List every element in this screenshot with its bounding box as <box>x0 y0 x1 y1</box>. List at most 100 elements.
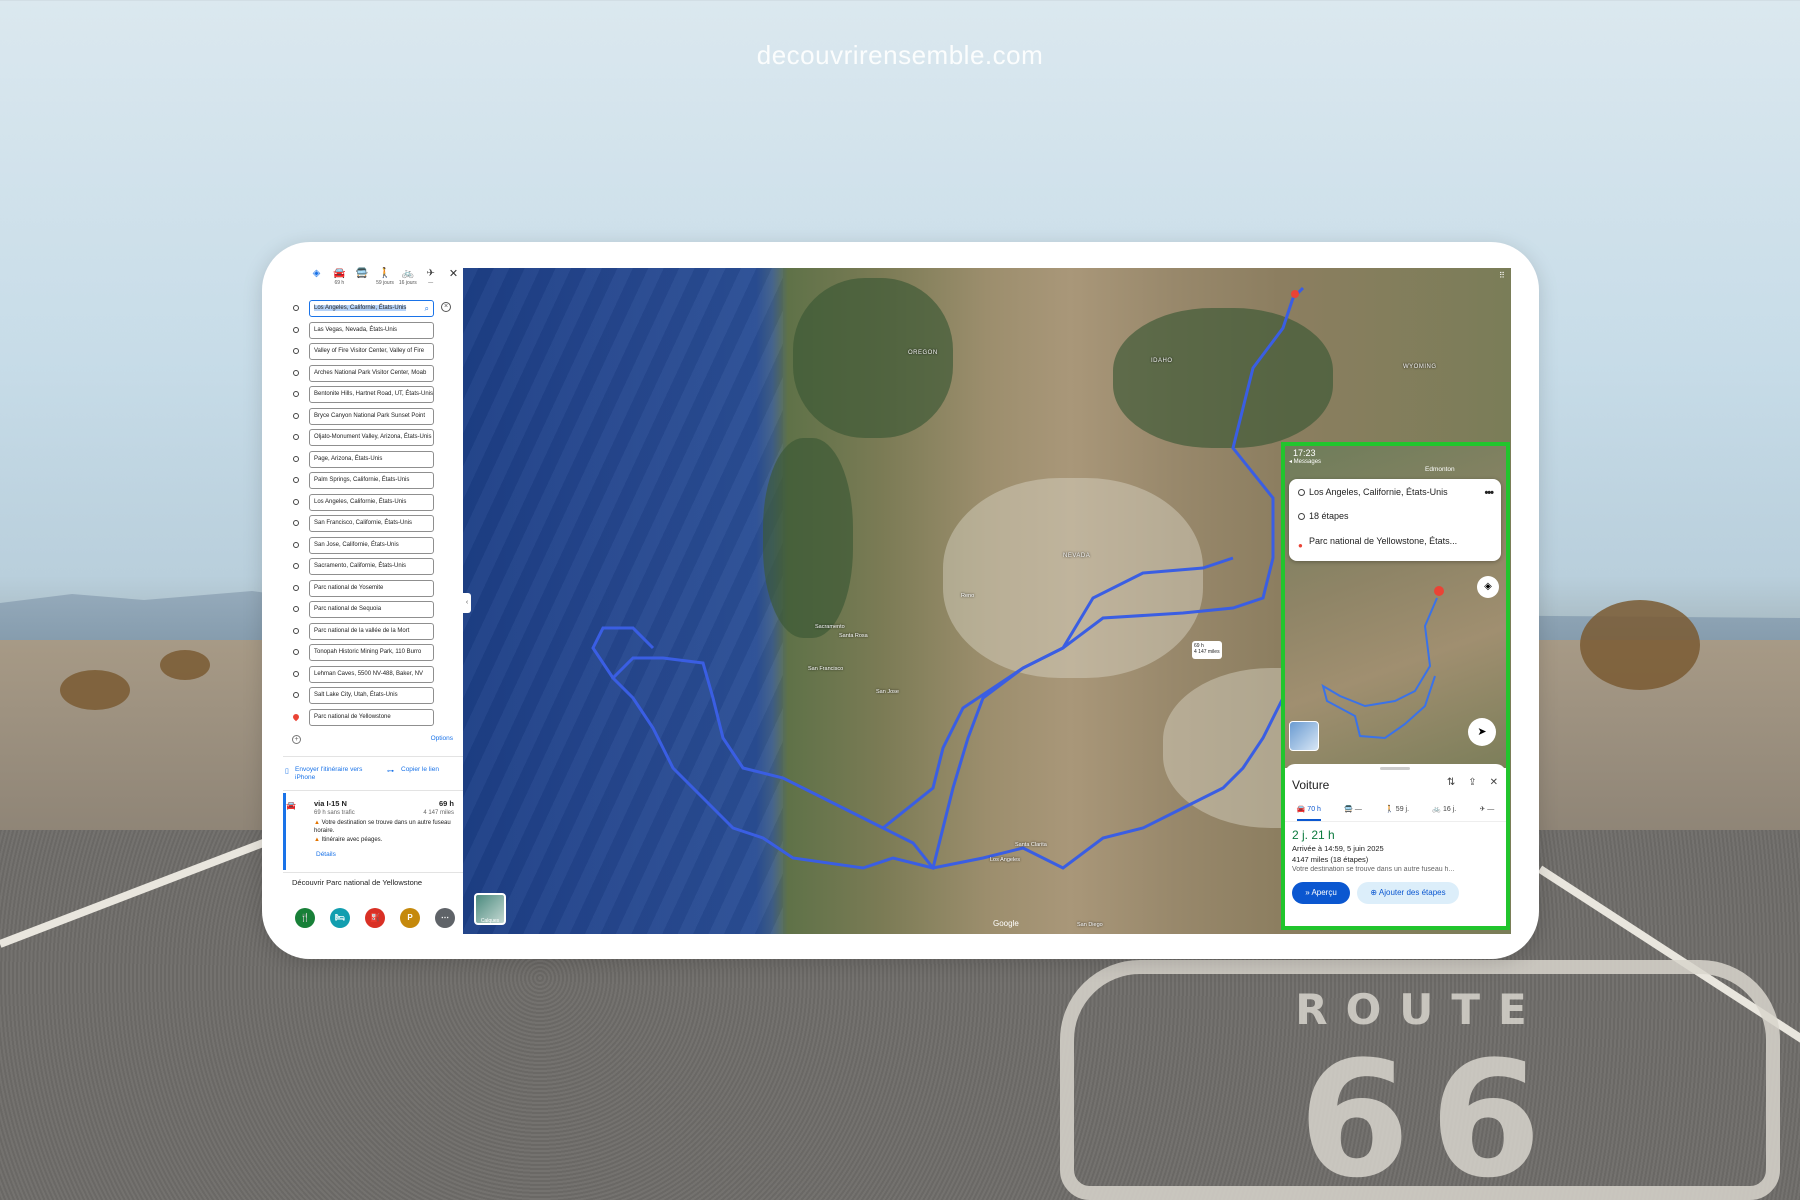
waypoint-input[interactable]: San Jose, Californie, États-Unis <box>309 536 434 554</box>
mode-bike[interactable]: 🚲 16 jours <box>398 268 417 292</box>
sheet-handle[interactable] <box>1380 767 1410 770</box>
waypoint-input[interactable]: Arches National Park Visitor Center, Moa… <box>309 364 434 382</box>
gas-button[interactable]: ⛽ <box>365 908 385 928</box>
add-stops-button[interactable]: ⊕ Ajouter des étapes <box>1357 882 1459 904</box>
waypoint-input[interactable]: Parc national de Sequoia <box>309 601 434 618</box>
route-path <box>591 626 655 679</box>
waypoint-dot-icon[interactable] <box>293 692 299 698</box>
collapse-sidebar-button[interactable]: ‹ <box>463 593 471 613</box>
phone-map[interactable]: 17:23 ◂ Messages Edmonton Los Angeles, C… <box>1285 446 1506 768</box>
waypoint-dot-icon[interactable] <box>293 412 299 419</box>
add-destination-row[interactable]: + Options <box>283 734 463 748</box>
waypoint-input[interactable]: Salt Lake City, Utah, États-Unis <box>309 687 434 704</box>
waypoint-dot-icon[interactable] <box>293 369 299 376</box>
overview-button[interactable]: » Aperçu <box>1292 882 1350 904</box>
waypoint-input[interactable]: Sacramento, Californie, États-Unis <box>309 558 434 575</box>
sheet-tab[interactable]: 🚍 — <box>1344 802 1362 821</box>
phone-locate-icon[interactable]: ➤ <box>1468 718 1496 746</box>
sheet-tab[interactable]: 🚘 70 h <box>1296 802 1321 821</box>
add-destination-icon[interactable]: + <box>292 735 301 744</box>
phone-back-messages[interactable]: ◂ Messages <box>1289 458 1321 465</box>
waypoint-input[interactable]: Las Vegas, Nevada, États-Unis <box>309 321 434 339</box>
map-label-san-francisco: San Francisco <box>808 666 844 672</box>
trip-duration: 2 j. 21 h <box>1292 828 1335 842</box>
waypoint-dot-icon[interactable] <box>293 477 299 483</box>
layers-button[interactable]: Calques <box>474 893 506 925</box>
phone-layers-icon[interactable]: ◈ <box>1477 576 1499 598</box>
sheet-tab[interactable]: ✈ — <box>1479 802 1494 821</box>
waypoint-dot-icon[interactable] <box>293 584 299 591</box>
waypoint-dot-icon[interactable] <box>293 391 299 397</box>
destination-pin-icon[interactable] <box>292 713 300 722</box>
route-path <box>882 556 1234 830</box>
map-label-idaho: IDAHO <box>1151 358 1173 364</box>
stops-dot-icon <box>1298 513 1305 520</box>
waypoint-dot-icon[interactable] <box>293 498 299 505</box>
phone-directions-card[interactable]: Los Angeles, Californie, États-Unis ••• … <box>1289 479 1501 561</box>
sheet-tab[interactable]: 🚶 59 j. <box>1385 802 1409 821</box>
waypoint-input[interactable]: Bryce Canyon National Park Sunset Point <box>309 407 434 425</box>
sheet-tab-label: — <box>1487 806 1495 813</box>
phone-origin[interactable]: Los Angeles, Californie, États-Unis <box>1309 487 1448 497</box>
map-label-san-jose: San Jose <box>876 689 899 695</box>
waypoint-dot-icon[interactable] <box>293 455 299 462</box>
mode-car[interactable]: 🚘 69 h <box>330 268 349 292</box>
phone-street-view-thumbnail[interactable] <box>1289 721 1319 751</box>
add-stops-icon: ⊕ <box>1370 888 1378 897</box>
mode-best-route[interactable]: ◈ <box>307 268 326 292</box>
category-buttons: 🍴 🛏 ⛽ P ⋯ <box>295 908 455 928</box>
waypoint-dot-icon[interactable] <box>293 563 299 569</box>
waypoint-dot-icon[interactable] <box>293 305 299 311</box>
waypoint-input[interactable]: Palm Springs, Californie, États-Unis <box>309 472 434 489</box>
copy-link[interactable]: Copier le lien <box>401 766 451 774</box>
sheet-tab-label: 16 j. <box>1442 806 1457 813</box>
more-options-icon[interactable]: ••• <box>1484 487 1494 499</box>
search-icon[interactable]: ⌕ <box>425 301 429 316</box>
waypoint-input[interactable]: San Francisco, Californie, États-Unis <box>309 515 434 532</box>
more-button[interactable]: ⋯ <box>435 908 455 928</box>
waypoint-input[interactable]: Lehman Caves, 5500 NV-488, Baker, NV <box>309 665 434 683</box>
waypoint-dot-icon[interactable] <box>293 520 299 526</box>
waypoint-text: Bentonite Hills, Hartnet Road, UT, États… <box>314 391 434 397</box>
hotels-button[interactable]: 🛏 <box>330 908 350 928</box>
waypoint-dot-icon[interactable] <box>293 627 299 634</box>
send-to-phone-link[interactable]: Envoyer l'itinéraire vers iPhone <box>295 766 373 782</box>
apps-grid-icon[interactable]: ⠿ <box>1499 271 1505 280</box>
mode-icon: 🚲 <box>1432 806 1442 813</box>
close-directions-icon[interactable]: ✕ <box>444 268 463 292</box>
waypoint-input[interactable]: Parc national de Yosemite <box>309 579 434 597</box>
mode-flight[interactable]: ✈ — <box>421 268 440 292</box>
phone-stops[interactable]: 18 étapes <box>1309 511 1349 521</box>
phone-destination[interactable]: Parc national de Yellowstone, États... <box>1309 536 1457 546</box>
remove-waypoint-icon[interactable]: × <box>441 302 451 312</box>
mode-transit[interactable]: 🚍 <box>353 268 372 292</box>
waypoint-input[interactable]: Los Angeles, Californie, États-Unis ⌕ <box>309 300 434 317</box>
restaurants-button[interactable]: 🍴 <box>295 908 315 928</box>
parking-button[interactable]: P <box>400 908 420 928</box>
close-icon[interactable]: ✕ <box>1490 777 1498 788</box>
waypoint-dot-icon[interactable] <box>293 606 299 612</box>
route-details-link[interactable]: Détails <box>316 851 336 858</box>
waypoint-input[interactable]: Parc national de la vallée de la Mort <box>309 622 434 640</box>
route-options-icon[interactable]: ⇅ <box>1447 777 1455 788</box>
mode-walk[interactable]: 🚶 59 jours <box>375 268 394 292</box>
options-link[interactable]: Options <box>431 735 453 742</box>
waypoint-input[interactable]: Valley of Fire Visitor Center, Valley of… <box>309 343 434 360</box>
waypoint-dot-icon[interactable] <box>293 649 299 655</box>
waypoint-input[interactable]: Bentonite Hills, Hartnet Road, UT, États… <box>309 386 434 403</box>
waypoint-input[interactable]: Los Angeles, Californie, États-Unis <box>309 493 434 511</box>
waypoint-dot-icon[interactable] <box>293 541 299 548</box>
sheet-tab[interactable]: 🚲 16 j. <box>1432 802 1456 821</box>
waypoint-dot-icon[interactable] <box>293 348 299 354</box>
waypoint-dot-icon[interactable] <box>293 326 299 333</box>
waypoint-dot-icon[interactable] <box>293 670 299 677</box>
waypoint-input[interactable]: Tonopah Historic Mining Park, 110 Burro <box>309 644 434 661</box>
share-icon[interactable]: ⇪ <box>1468 777 1476 788</box>
route-time-badge[interactable]: 69 h 4 147 miles <box>1192 641 1222 659</box>
route-option-card[interactable]: 🚘 via I-15 N 69 h 69 h sans trafic 4 147… <box>283 793 463 870</box>
waypoint-input[interactable]: Parc national de Yellowstone <box>309 708 434 726</box>
waypoint-input[interactable]: Oljato-Monument Valley, Arizona, États-U… <box>309 429 434 446</box>
phone-route-path <box>1321 597 1438 740</box>
waypoint-dot-icon[interactable] <box>293 434 299 440</box>
waypoint-input[interactable]: Page, Arizona, États-Unis <box>309 450 434 468</box>
